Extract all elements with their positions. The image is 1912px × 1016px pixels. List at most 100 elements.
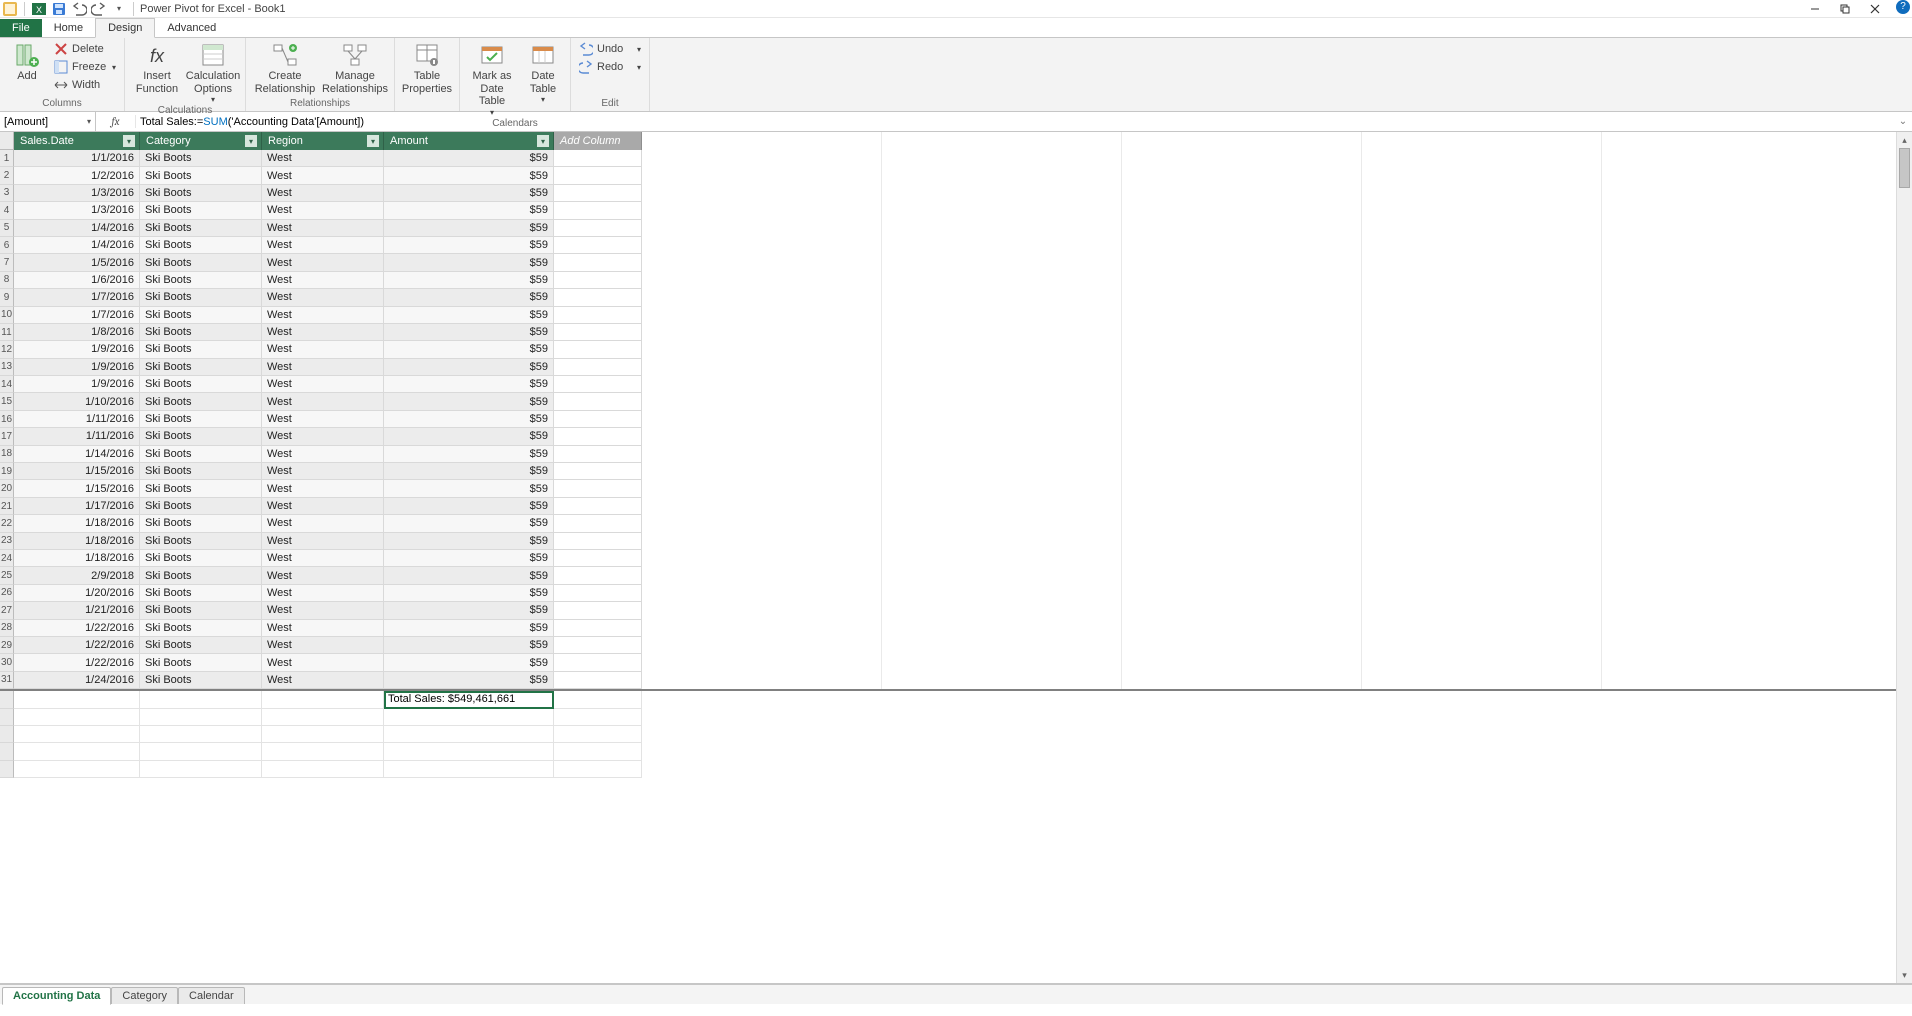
cell-category[interactable]: Ski Boots <box>140 620 262 637</box>
cell-amount[interactable]: $59 <box>384 185 554 202</box>
calc-cell[interactable] <box>14 709 140 726</box>
table-row[interactable]: 191/15/2016Ski BootsWest$59 <box>0 463 1912 480</box>
table-row[interactable]: 11/1/2016Ski BootsWest$59 <box>0 150 1912 167</box>
close-button[interactable] <box>1860 0 1890 18</box>
cell-add-column[interactable] <box>554 167 642 184</box>
calc-cell[interactable] <box>262 709 384 726</box>
calc-cell[interactable] <box>262 761 384 778</box>
cell-category[interactable]: Ski Boots <box>140 672 262 689</box>
cell-category[interactable]: Ski Boots <box>140 254 262 271</box>
cell-add-column[interactable] <box>554 550 642 567</box>
cell-category[interactable]: Ski Boots <box>140 533 262 550</box>
tab-design[interactable]: Design <box>95 18 155 38</box>
table-row[interactable]: 21/2/2016Ski BootsWest$59 <box>0 167 1912 184</box>
freeze-column-button[interactable]: Freeze ▾ <box>50 58 120 76</box>
cell-category[interactable]: Ski Boots <box>140 167 262 184</box>
cell-region[interactable]: West <box>262 411 384 428</box>
row-header[interactable]: 28 <box>0 620 14 637</box>
qat-redo-icon[interactable] <box>91 1 107 17</box>
create-relationship-button[interactable]: Create Relationship <box>250 40 320 95</box>
cell-region[interactable]: West <box>262 376 384 393</box>
cell-region[interactable]: West <box>262 498 384 515</box>
cell-category[interactable]: Ski Boots <box>140 446 262 463</box>
cell-sales-date[interactable]: 1/18/2016 <box>14 550 140 567</box>
select-all-corner[interactable] <box>0 132 14 150</box>
cell-category[interactable]: Ski Boots <box>140 463 262 480</box>
cell-sales-date[interactable]: 1/5/2016 <box>14 254 140 271</box>
measure-cell[interactable] <box>384 743 554 760</box>
calc-cell[interactable] <box>140 709 262 726</box>
cell-add-column[interactable] <box>554 480 642 497</box>
cell-sales-date[interactable]: 1/18/2016 <box>14 515 140 532</box>
cell-amount[interactable]: $59 <box>384 289 554 306</box>
cell-category[interactable]: Ski Boots <box>140 220 262 237</box>
cell-add-column[interactable] <box>554 533 642 550</box>
row-header[interactable]: 31 <box>0 672 14 689</box>
cell-sales-date[interactable]: 1/22/2016 <box>14 620 140 637</box>
table-row[interactable]: 291/22/2016Ski BootsWest$59 <box>0 637 1912 654</box>
cell-amount[interactable]: $59 <box>384 585 554 602</box>
cell-region[interactable]: West <box>262 515 384 532</box>
insert-function-button[interactable]: fx Insert Function <box>129 40 185 95</box>
redo-button[interactable]: Redo ▾ <box>575 58 645 76</box>
cell-amount[interactable]: $59 <box>384 446 554 463</box>
cell-sales-date[interactable]: 1/7/2016 <box>14 289 140 306</box>
cell-category[interactable]: Ski Boots <box>140 428 262 445</box>
table-row[interactable]: 71/5/2016Ski BootsWest$59 <box>0 254 1912 271</box>
column-header-amount[interactable]: Amount ▾ <box>384 132 554 150</box>
row-header[interactable]: 24 <box>0 550 14 567</box>
row-header[interactable]: 25 <box>0 567 14 584</box>
cell-amount[interactable]: $59 <box>384 498 554 515</box>
table-properties-button[interactable]: Table Properties <box>399 40 455 95</box>
cell-category[interactable]: Ski Boots <box>140 324 262 341</box>
cell-amount[interactable]: $59 <box>384 654 554 671</box>
table-row[interactable]: 171/11/2016Ski BootsWest$59 <box>0 428 1912 445</box>
cell-region[interactable]: West <box>262 620 384 637</box>
vertical-scrollbar[interactable]: ▴ ▾ <box>1896 132 1912 983</box>
cell-amount[interactable]: $59 <box>384 341 554 358</box>
cell-add-column[interactable] <box>554 376 642 393</box>
cell-amount[interactable]: $59 <box>384 602 554 619</box>
add-column-button[interactable]: Add <box>4 40 50 83</box>
calc-cell[interactable] <box>14 761 140 778</box>
row-header[interactable]: 6 <box>0 237 14 254</box>
table-row[interactable]: 31/3/2016Ski BootsWest$59 <box>0 185 1912 202</box>
cell-sales-date[interactable]: 1/20/2016 <box>14 585 140 602</box>
cell-region[interactable]: West <box>262 585 384 602</box>
cell-sales-date[interactable]: 1/6/2016 <box>14 272 140 289</box>
column-width-button[interactable]: Width <box>50 76 120 94</box>
cell-sales-date[interactable]: 1/15/2016 <box>14 480 140 497</box>
row-header[interactable]: 23 <box>0 533 14 550</box>
cell-add-column[interactable] <box>554 515 642 532</box>
row-header[interactable]: 5 <box>0 220 14 237</box>
table-row[interactable]: 281/22/2016Ski BootsWest$59 <box>0 620 1912 637</box>
row-header[interactable]: 13 <box>0 359 14 376</box>
qat-customize-icon[interactable]: ▾ <box>111 1 127 17</box>
row-header[interactable]: 4 <box>0 202 14 219</box>
sheet-tab[interactable]: Calendar <box>178 987 245 1004</box>
cell-region[interactable]: West <box>262 393 384 410</box>
filter-dropdown-icon[interactable]: ▾ <box>245 135 257 147</box>
cell-amount[interactable]: $59 <box>384 359 554 376</box>
table-row[interactable]: 231/18/2016Ski BootsWest$59 <box>0 533 1912 550</box>
table-row[interactable]: 151/10/2016Ski BootsWest$59 <box>0 393 1912 410</box>
table-row[interactable]: 41/3/2016Ski BootsWest$59 <box>0 202 1912 219</box>
cell-amount[interactable]: $59 <box>384 411 554 428</box>
cell-add-column[interactable] <box>554 428 642 445</box>
cell-category[interactable]: Ski Boots <box>140 376 262 393</box>
cell-sales-date[interactable]: 1/22/2016 <box>14 654 140 671</box>
minimize-button[interactable] <box>1800 0 1830 18</box>
cell-add-column[interactable] <box>554 620 642 637</box>
table-row[interactable]: 141/9/2016Ski BootsWest$59 <box>0 376 1912 393</box>
cell-region[interactable]: West <box>262 237 384 254</box>
cell-add-column[interactable] <box>554 498 642 515</box>
cell-sales-date[interactable]: 2/9/2018 <box>14 567 140 584</box>
cell-region[interactable]: West <box>262 324 384 341</box>
cell-sales-date[interactable]: 1/9/2016 <box>14 359 140 376</box>
cell-region[interactable]: West <box>262 550 384 567</box>
row-header[interactable]: 20 <box>0 480 14 497</box>
cell-amount[interactable]: $59 <box>384 533 554 550</box>
cell-category[interactable]: Ski Boots <box>140 480 262 497</box>
column-header-region[interactable]: Region ▾ <box>262 132 384 150</box>
cell-amount[interactable]: $59 <box>384 254 554 271</box>
